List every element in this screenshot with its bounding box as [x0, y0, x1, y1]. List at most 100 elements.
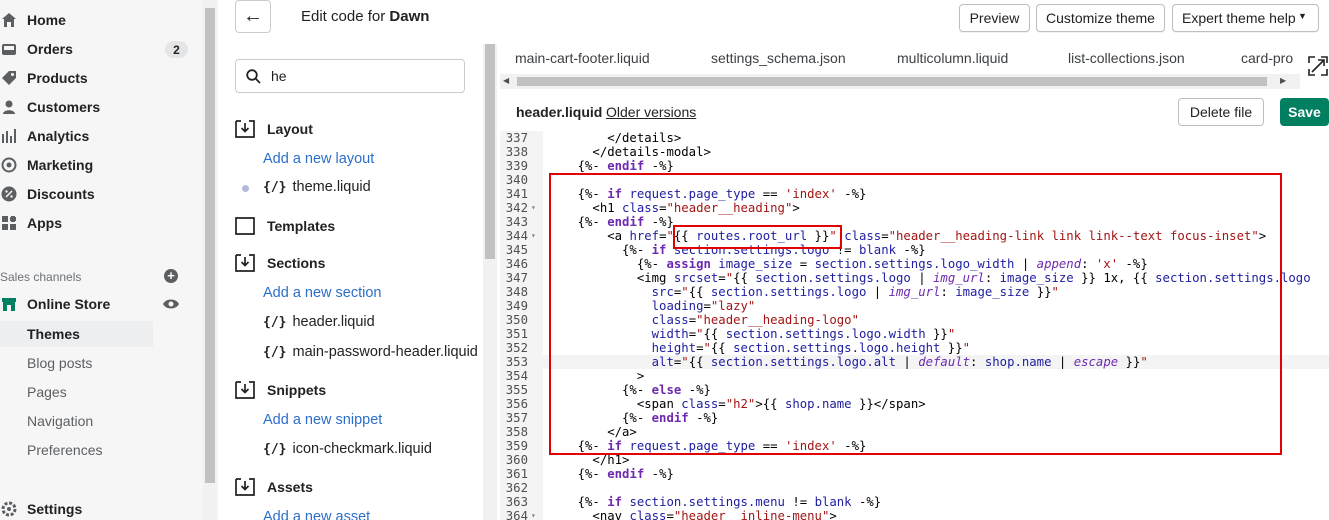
- nav-marketing[interactable]: Marketing: [0, 152, 203, 178]
- file-theme-liquid[interactable]: {/} theme.liquid: [263, 179, 371, 195]
- file-icon-checkmark[interactable]: {/} icon-checkmark.liquid: [263, 441, 432, 457]
- fold-arrow-icon[interactable]: ▾: [531, 509, 536, 520]
- older-versions-link[interactable]: Older versions: [606, 104, 696, 120]
- nav-home[interactable]: Home: [0, 7, 203, 33]
- folder-sections[interactable]: Sections: [235, 252, 325, 274]
- code-editor-panel: main-cart-footer.liquid settings_schema.…: [500, 44, 1329, 520]
- tag-icon: [1, 70, 17, 86]
- open-file-tabs: main-cart-footer.liquid settings_schema.…: [500, 44, 1300, 74]
- line-number: 356: [505, 397, 528, 411]
- folder-templates[interactable]: Templates: [235, 215, 335, 237]
- tabs-scrollbar[interactable]: ◀ ▶: [500, 74, 1300, 89]
- store-icon: [1, 296, 17, 312]
- file-header-liquid[interactable]: {/} header.liquid: [263, 314, 375, 330]
- add-asset-link[interactable]: Add a new asset: [263, 509, 370, 520]
- tab-main-cart-footer[interactable]: main-cart-footer.liquid: [515, 50, 650, 66]
- expand-fullscreen-icon[interactable]: [1308, 56, 1328, 76]
- folder-download-icon: [235, 254, 255, 272]
- highlight-box-root-url: [673, 225, 842, 249]
- sidebar-scrollbar[interactable]: [203, 0, 217, 520]
- nav-online-store-label: Online Store: [27, 296, 111, 312]
- delete-file-button[interactable]: Delete file: [1178, 98, 1264, 126]
- line-number: 359: [505, 439, 528, 453]
- liquid-file-icon: {/}: [263, 314, 287, 330]
- folder-templates-label: Templates: [267, 218, 336, 234]
- expert-label: Expert theme help: [1182, 10, 1296, 26]
- line-number: 341: [505, 187, 528, 201]
- expert-theme-help-button[interactable]: Expert theme help ▼: [1172, 4, 1319, 32]
- folder-icon: [235, 217, 255, 235]
- liquid-file-icon: {/}: [263, 441, 287, 457]
- nav-navigation[interactable]: Navigation: [0, 408, 153, 434]
- folder-layout[interactable]: Layout: [235, 118, 313, 140]
- title-prefix: Edit code for: [301, 8, 390, 25]
- code-line[interactable]: 364 ▾ <nav class="header__inline-menu">: [500, 509, 1329, 520]
- eye-icon[interactable]: [163, 297, 179, 315]
- nav-settings[interactable]: Settings: [0, 496, 203, 520]
- code-line[interactable]: 360 </h1>: [500, 453, 1329, 467]
- tabs-scroll-thumb[interactable]: [517, 77, 1267, 86]
- tab-settings-schema[interactable]: settings_schema.json: [711, 50, 846, 66]
- line-number: 338: [505, 145, 528, 159]
- scroll-right-arrow-icon[interactable]: ▶: [1280, 76, 1286, 85]
- line-number: 364: [505, 509, 528, 520]
- back-button[interactable]: ←: [235, 0, 271, 33]
- nav-apps[interactable]: Apps: [0, 210, 203, 236]
- file-tree-scrollbar[interactable]: [483, 44, 497, 520]
- nav-orders-label: Orders: [27, 41, 73, 57]
- nav-discounts[interactable]: Discounts: [0, 181, 203, 207]
- nav-orders[interactable]: Orders 2: [0, 36, 203, 62]
- folder-download-icon: [235, 120, 255, 138]
- code-line[interactable]: 363 {%- if section.settings.menu != blan…: [500, 495, 1329, 509]
- line-number: 350: [505, 313, 528, 327]
- target-icon: [1, 157, 17, 173]
- tab-multicolumn[interactable]: multicolumn.liquid: [897, 50, 1008, 66]
- code-line[interactable]: 339 {%- endif -%}: [500, 159, 1329, 173]
- save-button[interactable]: Save: [1280, 98, 1329, 126]
- code-text: {%- if section.settings.menu != blank -%…: [548, 495, 882, 509]
- code-line[interactable]: 361 {%- endif -%}: [500, 467, 1329, 481]
- nav-products[interactable]: Products: [0, 65, 203, 91]
- tab-list-collections[interactable]: list-collections.json: [1068, 50, 1185, 66]
- preview-button[interactable]: Preview: [959, 4, 1030, 32]
- sidebar-scroll-thumb[interactable]: [205, 8, 215, 483]
- folder-download-icon: [235, 478, 255, 496]
- nav-settings-label: Settings: [27, 501, 83, 517]
- line-number: 345: [505, 243, 528, 257]
- line-number: 349: [505, 299, 528, 313]
- nav-analytics[interactable]: Analytics: [0, 123, 203, 149]
- code-text: </details>: [548, 131, 682, 145]
- line-number: 355: [505, 383, 528, 397]
- file-label: theme.liquid: [292, 179, 371, 195]
- line-number: 344: [505, 229, 528, 243]
- file-tree-scroll-thumb[interactable]: [485, 44, 495, 259]
- scroll-left-arrow-icon[interactable]: ◀: [503, 76, 509, 85]
- file-search-input[interactable]: he: [235, 59, 465, 93]
- add-layout-link[interactable]: Add a new layout: [263, 151, 374, 167]
- add-section-link[interactable]: Add a new section: [263, 285, 382, 301]
- nav-customers[interactable]: Customers: [0, 94, 203, 120]
- fold-arrow-icon[interactable]: ▾: [531, 201, 536, 215]
- folder-snippets-label: Snippets: [267, 382, 327, 398]
- customize-theme-button[interactable]: Customize theme: [1036, 4, 1165, 32]
- nav-pages[interactable]: Pages: [0, 379, 153, 405]
- liquid-file-icon: {/}: [263, 179, 287, 195]
- line-number: 337: [505, 131, 528, 145]
- code-line[interactable]: 337 </details>: [500, 131, 1329, 145]
- add-channel-plus-icon[interactable]: +: [164, 269, 178, 283]
- code-line[interactable]: 338 </details-modal>: [500, 145, 1329, 159]
- nav-themes[interactable]: Themes: [0, 321, 153, 347]
- code-line[interactable]: 362: [500, 481, 1329, 495]
- file-label: header.liquid: [292, 314, 375, 330]
- tab-card-pro[interactable]: card-pro: [1241, 50, 1293, 66]
- nav-blog-posts[interactable]: Blog posts: [0, 350, 153, 376]
- orders-icon: [1, 41, 17, 57]
- nav-preferences[interactable]: Preferences: [0, 437, 153, 463]
- add-snippet-link[interactable]: Add a new snippet: [263, 412, 382, 428]
- folder-snippets[interactable]: Snippets: [235, 379, 326, 401]
- folder-assets[interactable]: Assets: [235, 476, 313, 498]
- fold-arrow-icon[interactable]: ▾: [531, 229, 536, 243]
- line-number: 347: [505, 271, 528, 285]
- code-text: </h1>: [548, 453, 630, 467]
- file-main-password-header[interactable]: {/} main-password-header.liquid: [263, 344, 478, 360]
